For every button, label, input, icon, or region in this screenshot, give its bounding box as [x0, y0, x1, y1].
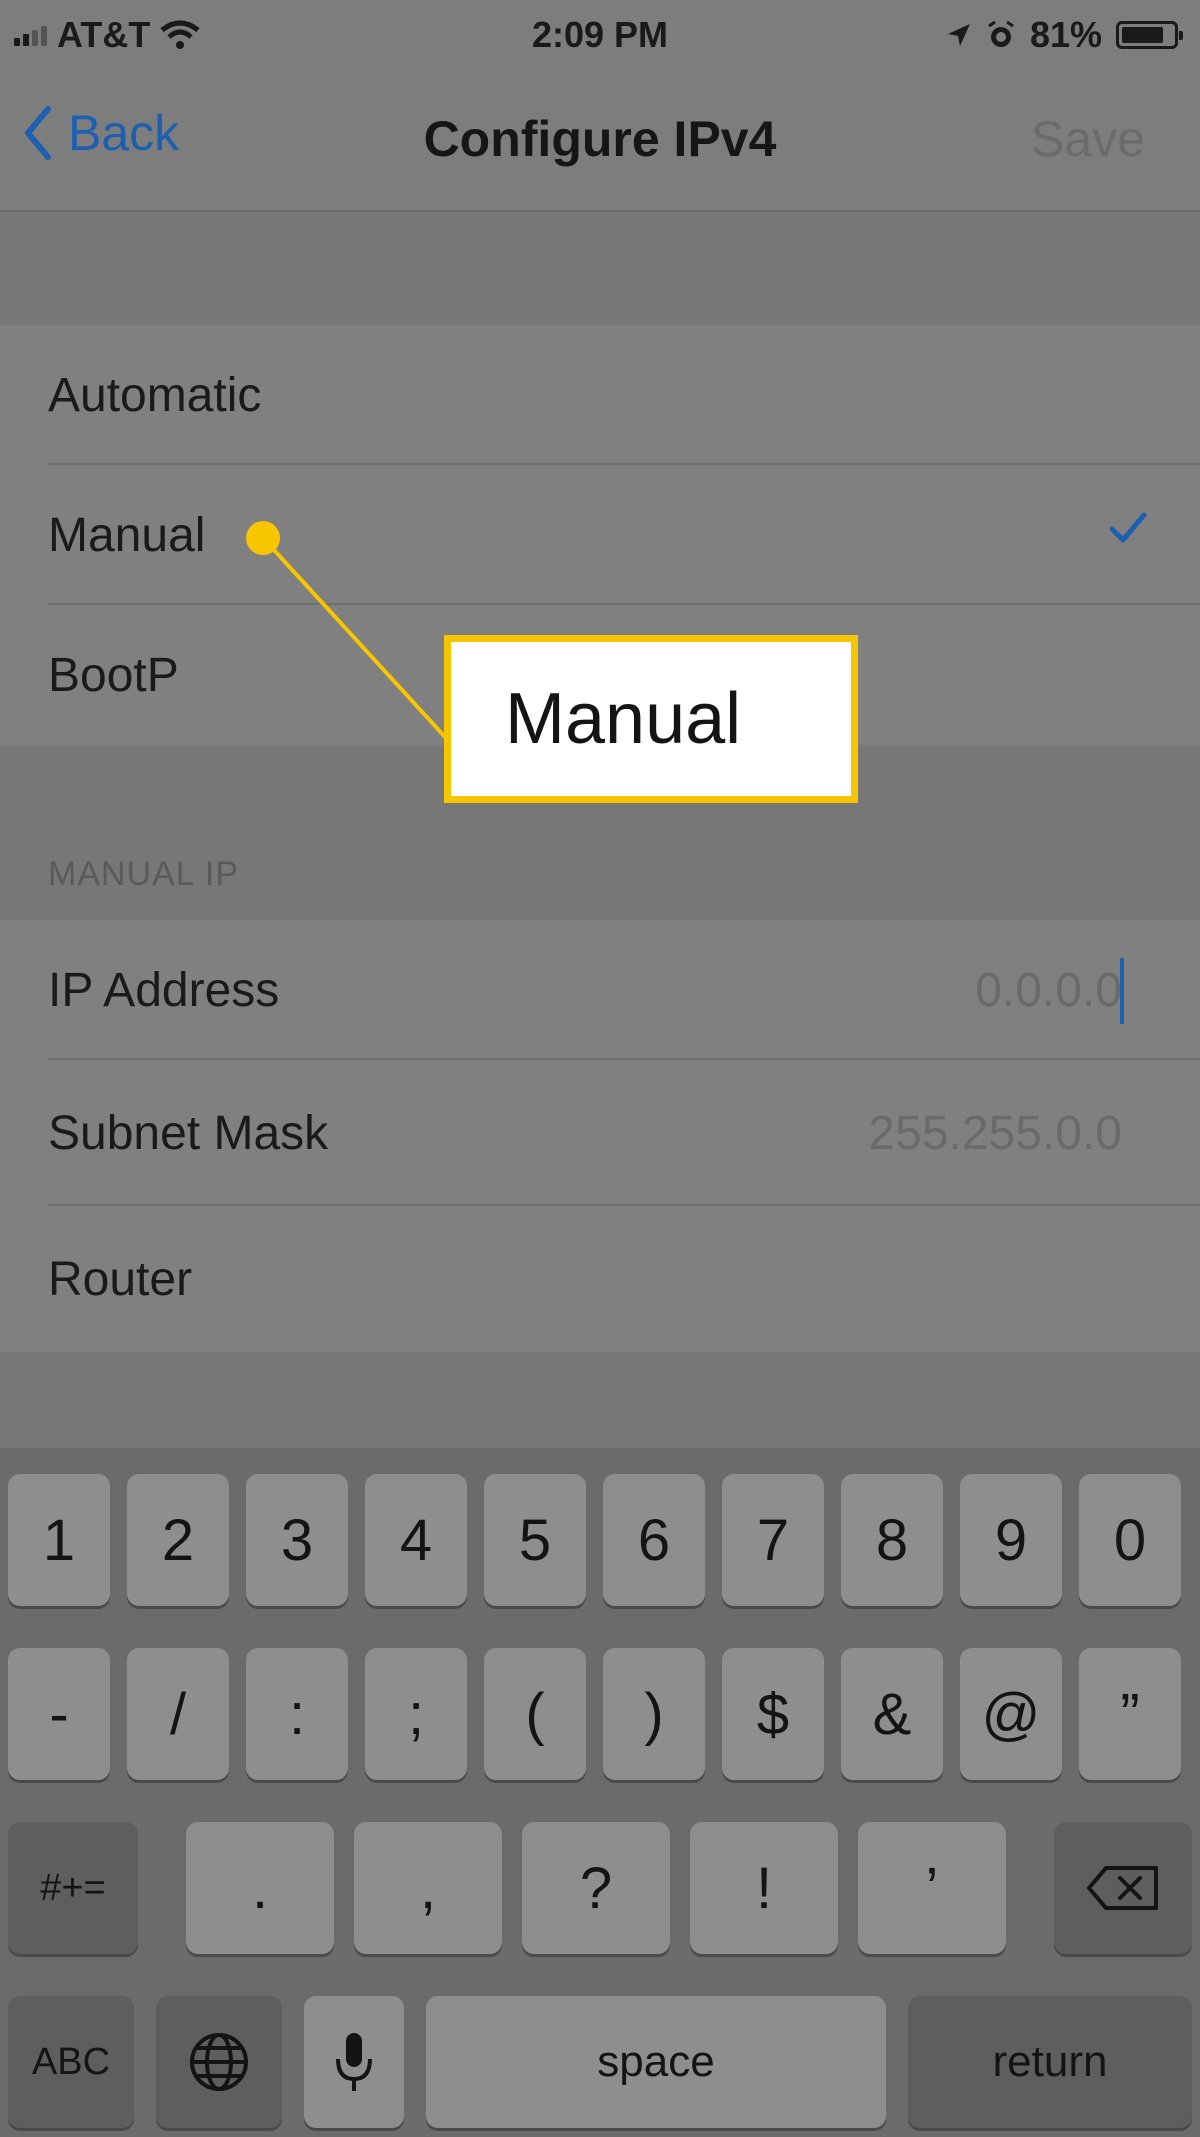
globe-icon — [190, 2033, 248, 2091]
space-key[interactable]: space — [426, 1996, 886, 2128]
section-header-manual-ip: MANUAL IP — [48, 855, 240, 893]
key[interactable]: ( — [484, 1648, 586, 1780]
key[interactable]: $ — [722, 1648, 824, 1780]
numeric-keyboard: 1234567890 - /:;() $ & @” #+= .,?!’ ABC spac… — [0, 1448, 1200, 2137]
text-cursor — [1120, 958, 1124, 1024]
key[interactable]: ) — [603, 1648, 705, 1780]
subnet-mask-placeholder: 255.255.0.0 — [868, 1106, 1122, 1160]
status-right: 81% — [946, 14, 1183, 56]
key[interactable]: 5 — [484, 1474, 586, 1606]
key[interactable]: ! — [690, 1822, 838, 1954]
key[interactable]: ” — [1079, 1648, 1181, 1780]
option-label: Automatic — [48, 368, 262, 422]
key[interactable]: - — [8, 1648, 110, 1780]
key[interactable]: . — [186, 1822, 334, 1954]
alarm-icon — [988, 20, 1014, 47]
key[interactable]: / — [127, 1648, 229, 1780]
key-symbols[interactable]: #+= — [8, 1822, 138, 1954]
save-button[interactable]: Save — [1031, 110, 1145, 168]
callout-dot — [246, 521, 280, 555]
status-bar: AT&T 2:09 PM 81% — [0, 0, 1200, 72]
field-label: IP Address — [48, 963, 280, 1017]
key[interactable]: : — [246, 1648, 348, 1780]
key[interactable]: 3 — [246, 1474, 348, 1606]
page-title: Configure IPv4 — [423, 111, 777, 167]
subnet-mask-field[interactable]: Subnet Mask 255.255.0.0 — [0, 1060, 1200, 1206]
key[interactable]: 4 — [365, 1474, 467, 1606]
key[interactable]: 6 — [603, 1474, 705, 1606]
key[interactable]: @ — [960, 1648, 1062, 1780]
battery-fill — [1122, 27, 1163, 43]
manual-ip-fields: IP Address 0.0.0.0 Subnet Mask 255.255.0… — [0, 920, 1200, 1352]
globe-key[interactable] — [156, 1996, 282, 2128]
key[interactable]: 8 — [841, 1474, 943, 1606]
field-label: Router — [48, 1252, 193, 1306]
key[interactable]: 2 — [127, 1474, 229, 1606]
checkmark-icon — [1109, 512, 1147, 543]
abc-key[interactable]: ABC — [8, 1996, 134, 2128]
ip-address-placeholder: 0.0.0.0 — [975, 963, 1122, 1017]
key[interactable]: 1 — [8, 1474, 110, 1606]
battery-icon — [1116, 21, 1183, 49]
field-label: Subnet Mask — [48, 1106, 329, 1160]
callout-label: Manual — [444, 635, 858, 803]
key[interactable]: ; — [365, 1648, 467, 1780]
return-key[interactable]: return — [908, 1996, 1192, 2128]
option-automatic[interactable]: Automatic — [0, 325, 1200, 465]
option-label: BootP — [48, 648, 179, 702]
option-label: Manual — [48, 508, 206, 562]
microphone-icon — [336, 2033, 372, 2091]
router-field[interactable]: Router — [0, 1206, 1200, 1352]
option-manual[interactable]: Manual — [0, 465, 1200, 605]
key[interactable]: & — [841, 1648, 943, 1780]
delete-key[interactable] — [1054, 1822, 1192, 1954]
key[interactable]: , — [354, 1822, 502, 1954]
key[interactable]: 0 — [1079, 1474, 1181, 1606]
key[interactable]: 7 — [722, 1474, 824, 1606]
battery-percent: 81% — [1029, 14, 1102, 55]
key[interactable]: ’ — [858, 1822, 1006, 1954]
ip-address-field[interactable]: IP Address 0.0.0.0 — [0, 920, 1200, 1060]
callout-text: Manual — [505, 679, 742, 759]
dictation-key[interactable] — [304, 1996, 404, 2128]
navigation-bar: Back Configure IPv4 Save — [0, 72, 1200, 212]
location-icon — [947, 24, 970, 46]
key[interactable]: 9 — [960, 1474, 1062, 1606]
key[interactable]: ? — [522, 1822, 670, 1954]
delete-icon — [1087, 1866, 1158, 1910]
